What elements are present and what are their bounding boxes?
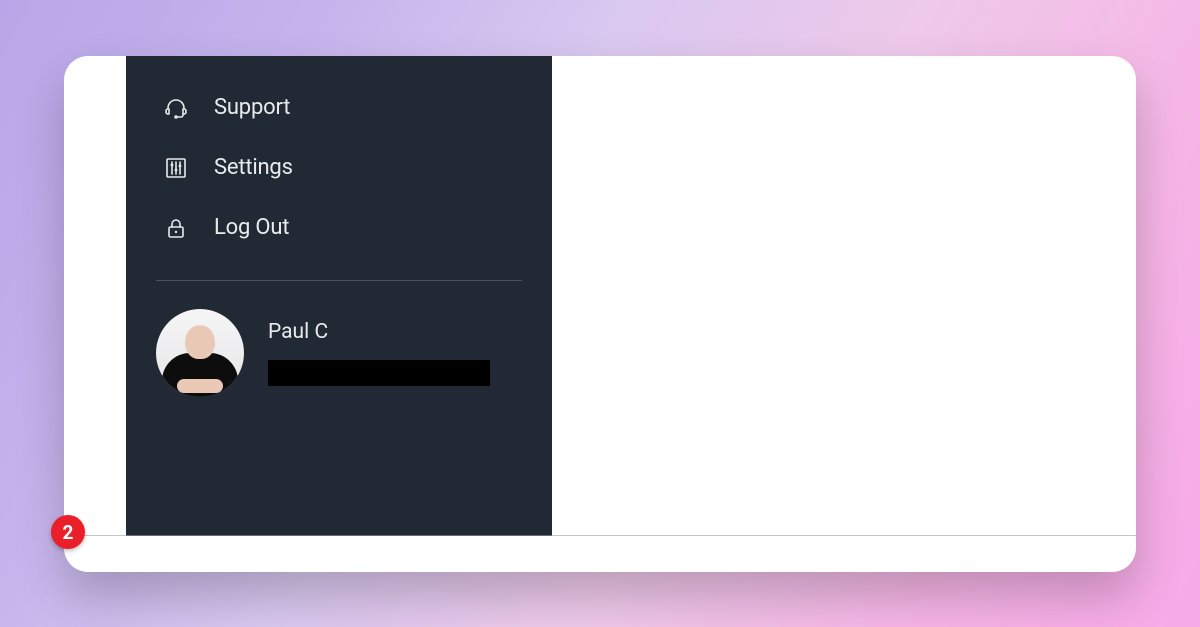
headset-icon (162, 94, 190, 122)
lock-icon (162, 214, 190, 242)
sidebar-nav: Support Settings (156, 84, 522, 252)
sidebar-item-label: Support (214, 95, 290, 120)
app-card: Support Settings (64, 56, 1136, 572)
sidebar-divider (156, 280, 522, 281)
sidebar-item-label: Log Out (214, 215, 289, 240)
step-badge: 2 (51, 515, 85, 549)
sidebar-item-support[interactable]: Support (156, 84, 522, 132)
sidebar-item-settings[interactable]: Settings (156, 144, 522, 192)
sidebar-item-label: Settings (214, 155, 293, 180)
sidebar-item-logout[interactable]: Log Out (156, 204, 522, 252)
sidebar: Support Settings (126, 56, 552, 536)
avatar (156, 309, 244, 397)
user-name: Paul C (268, 320, 490, 344)
user-info: Paul C (268, 320, 490, 386)
step-badge-count: 2 (63, 523, 74, 542)
content-divider (64, 535, 1136, 536)
user-profile-row[interactable]: Paul C (156, 309, 522, 397)
user-email-redacted (268, 360, 490, 386)
sliders-icon (162, 154, 190, 182)
